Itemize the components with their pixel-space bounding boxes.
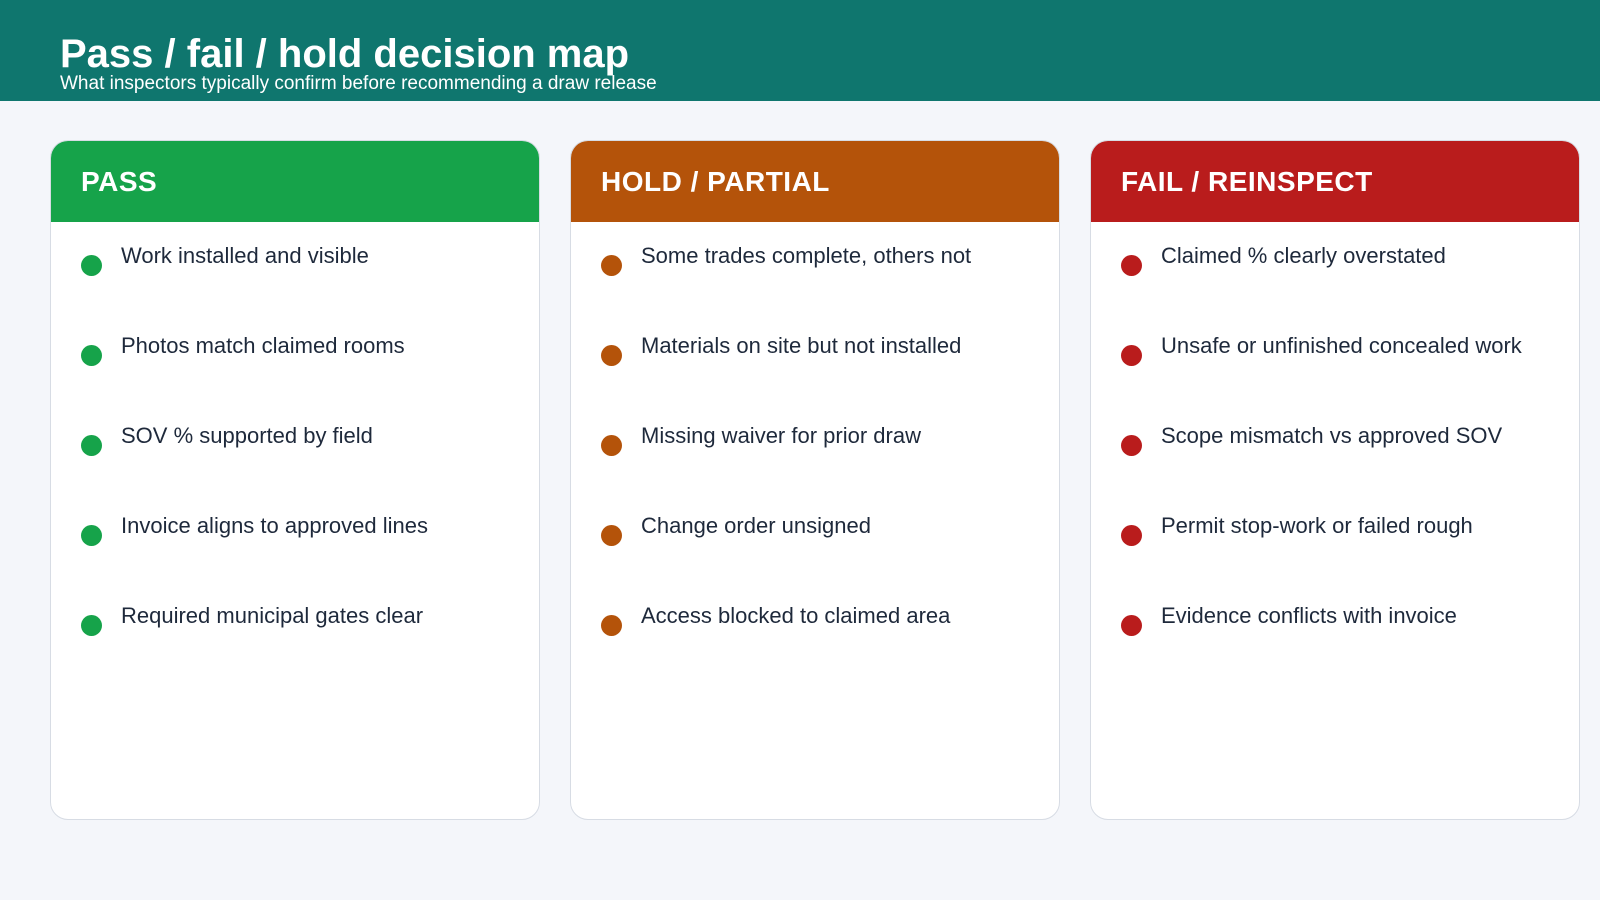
list-item: Evidence conflicts with invoice xyxy=(1121,601,1561,641)
status-dot-icon xyxy=(1121,525,1142,546)
list-item: Materials on site but not installed xyxy=(601,331,1041,371)
fail-card-heading: FAIL / REINSPECT xyxy=(1121,166,1373,197)
list-item: Access blocked to claimed area xyxy=(601,601,1041,641)
list-item-text: Evidence conflicts with invoice xyxy=(1161,603,1457,628)
list-item: Invoice aligns to approved lines xyxy=(81,511,521,551)
page-subtitle: What inspectors typically confirm before… xyxy=(60,73,657,94)
hold-card-heading: HOLD / PARTIAL xyxy=(601,166,830,197)
list-item: Scope mismatch vs approved SOV xyxy=(1121,421,1561,461)
list-item: Work installed and visible xyxy=(81,241,521,281)
page-title: Pass / fail / hold decision map xyxy=(60,32,630,76)
status-dot-icon xyxy=(81,345,102,366)
status-dot-icon xyxy=(81,525,102,546)
list-item-text: Unsafe or unfinished concealed work xyxy=(1161,333,1522,358)
status-dot-icon xyxy=(601,525,622,546)
status-dot-icon xyxy=(1121,615,1142,636)
list-item-text: Missing waiver for prior draw xyxy=(641,423,921,448)
status-dot-icon xyxy=(601,255,622,276)
list-item: Permit stop-work or failed rough xyxy=(1121,511,1561,551)
list-item: Required municipal gates clear xyxy=(81,601,521,641)
pass-card: PASS Work installed and visible Photos m… xyxy=(50,140,540,820)
list-item-text: Required municipal gates clear xyxy=(121,603,424,628)
list-item-text: Materials on site but not installed xyxy=(641,333,962,358)
list-item-text: Some trades complete, others not xyxy=(641,243,972,268)
list-item: Photos match claimed rooms xyxy=(81,331,521,371)
status-dot-icon xyxy=(1121,255,1142,276)
list-item: SOV % supported by field xyxy=(81,421,521,461)
list-item-text: Scope mismatch vs approved SOV xyxy=(1161,423,1503,448)
list-item-text: Invoice aligns to approved lines xyxy=(121,513,428,538)
status-dot-icon xyxy=(601,345,622,366)
header-banner: Pass / fail / hold decision map What ins… xyxy=(0,0,1600,101)
fail-card: FAIL / REINSPECT Claimed % clearly overs… xyxy=(1090,140,1580,820)
hold-card-header: HOLD / PARTIAL xyxy=(571,141,1059,222)
list-item: Missing waiver for prior draw xyxy=(601,421,1041,461)
pass-card-heading: PASS xyxy=(81,166,158,197)
list-item-text: Change order unsigned xyxy=(641,513,871,538)
list-item-text: Claimed % clearly overstated xyxy=(1161,243,1446,268)
list-item: Claimed % clearly overstated xyxy=(1121,241,1561,281)
status-dot-icon xyxy=(81,615,102,636)
status-dot-icon xyxy=(81,435,102,456)
status-dot-icon xyxy=(601,435,622,456)
list-item: Change order unsigned xyxy=(601,511,1041,551)
list-item-text: Photos match claimed rooms xyxy=(121,333,405,358)
status-dot-icon xyxy=(601,615,622,636)
pass-card-header: PASS xyxy=(51,141,539,222)
hold-card: HOLD / PARTIAL Some trades complete, oth… xyxy=(570,140,1060,820)
list-item-text: Work installed and visible xyxy=(121,243,369,268)
fail-card-header: FAIL / REINSPECT xyxy=(1091,141,1579,222)
list-item-text: Access blocked to claimed area xyxy=(641,603,951,628)
list-item: Unsafe or unfinished concealed work xyxy=(1121,331,1561,371)
list-item-text: Permit stop-work or failed rough xyxy=(1161,513,1473,538)
list-item-text: SOV % supported by field xyxy=(121,423,373,448)
status-dot-icon xyxy=(81,255,102,276)
status-dot-icon xyxy=(1121,345,1142,366)
list-item: Some trades complete, others not xyxy=(601,241,1041,281)
status-dot-icon xyxy=(1121,435,1142,456)
